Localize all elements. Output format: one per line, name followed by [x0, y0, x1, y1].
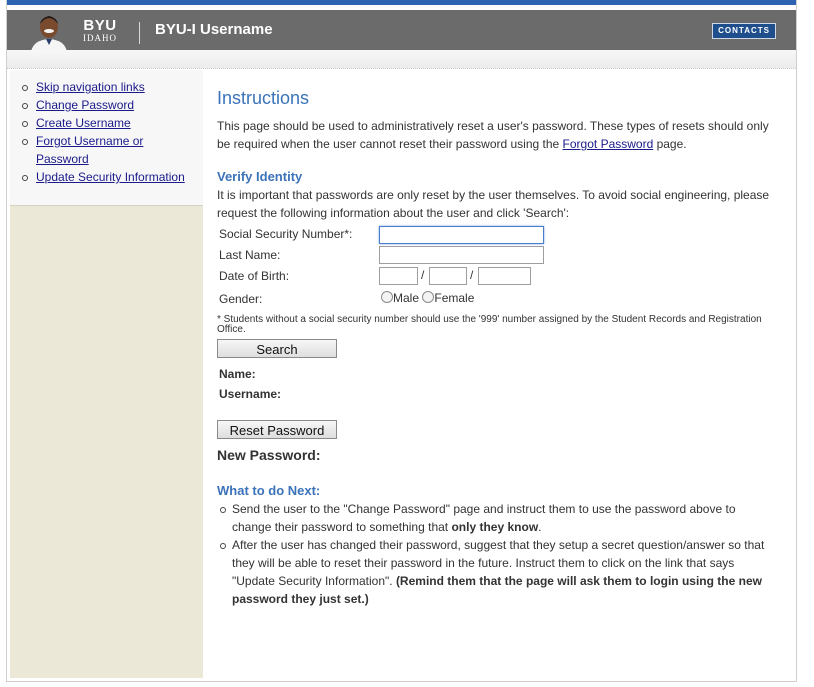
dob-separator: /: [470, 268, 474, 282]
verify-identity-text: It is important that passwords are only …: [217, 188, 770, 220]
user-photo-avatar: [27, 12, 71, 52]
ssn-row: Social Security Number*:: [217, 224, 777, 245]
last-name-input[interactable]: [379, 246, 544, 264]
step1-end: .: [538, 520, 542, 534]
main-content: Instructions This page should be used to…: [217, 88, 777, 608]
sidebar-item-skip-navigation: Skip navigation links: [22, 78, 203, 96]
sidebar-item-update-security: Update Security Information: [22, 168, 203, 186]
female-radio[interactable]: [422, 291, 435, 303]
forgot-username-link[interactable]: Forgot Username or Password: [36, 134, 143, 166]
next-steps-list: Send the user to the "Change Password" p…: [217, 500, 777, 608]
contacts-button[interactable]: CONTACTS: [712, 23, 776, 39]
logo-sub-text: IDAHO: [83, 33, 117, 43]
next-step-item: After the user has changed their passwor…: [220, 536, 777, 608]
gender-row: Gender: Male Female: [217, 287, 777, 309]
dob-label: Date of Birth:: [219, 269, 290, 283]
sidebar: Skip navigation links Change Password Cr…: [10, 70, 203, 678]
new-password-label: New Password:: [217, 447, 321, 463]
sidebar-item-create-username: Create Username: [22, 114, 203, 132]
app-title: BYU-I Username: [155, 21, 273, 38]
male-radio[interactable]: [381, 291, 393, 303]
ssn-label: Social Security Number*:: [219, 227, 353, 241]
sidebar-item-forgot-username: Forgot Username or Password: [22, 132, 156, 168]
gender-options: Male Female: [381, 291, 474, 305]
gender-label: Gender:: [219, 292, 263, 306]
instructions-text: This page should be used to administrati…: [217, 117, 777, 153]
change-password-link[interactable]: Change Password: [36, 98, 134, 112]
dob-year-input[interactable]: [478, 267, 531, 285]
byu-idaho-logo[interactable]: BYU IDAHO: [83, 18, 117, 43]
dob-separator: /: [421, 268, 425, 282]
female-label: Female: [434, 291, 475, 305]
create-username-link[interactable]: Create Username: [36, 116, 131, 130]
search-results: Name: Username:: [217, 364, 777, 404]
username-result-label: Username:: [219, 387, 282, 401]
instructions-heading: Instructions: [217, 88, 310, 108]
last-name-label: Last Name:: [219, 248, 281, 262]
sidebar-links: Skip navigation links Change Password Cr…: [10, 70, 203, 206]
search-button[interactable]: Search: [217, 339, 337, 358]
dob-month-input[interactable]: [379, 267, 418, 285]
verify-identity-heading: Verify Identity: [217, 169, 303, 184]
skip-navigation-link[interactable]: Skip navigation links: [36, 80, 145, 94]
instructions-text-after: page.: [653, 137, 687, 151]
top-strip: [7, 0, 796, 5]
sub-header-bar: [7, 50, 796, 69]
dob-row: Date of Birth: / /: [217, 266, 777, 287]
sidebar-item-change-password: Change Password: [22, 96, 203, 114]
search-form: Social Security Number*: Last Name: Date…: [217, 224, 777, 309]
name-result-label: Name:: [219, 367, 256, 381]
logo-main-text: BYU: [83, 17, 117, 34]
ssn-input[interactable]: [379, 226, 544, 244]
ssn-footnote: * Students without a social security num…: [217, 314, 762, 335]
dob-day-input[interactable]: [429, 267, 467, 285]
what-to-do-next-heading: What to do Next:: [217, 483, 321, 498]
next-step-item: Send the user to the "Change Password" p…: [220, 500, 777, 536]
step1-bold: only they know: [451, 520, 539, 534]
update-security-link[interactable]: Update Security Information: [36, 170, 185, 184]
last-name-row: Last Name:: [217, 245, 777, 266]
header-bar: BYU IDAHO BYU-I Username CONTACTS: [7, 10, 796, 52]
reset-password-button[interactable]: Reset Password: [217, 420, 337, 439]
header-divider: [139, 22, 140, 44]
forgot-password-link[interactable]: Forgot Password: [563, 137, 654, 151]
male-label: Male: [393, 291, 420, 305]
